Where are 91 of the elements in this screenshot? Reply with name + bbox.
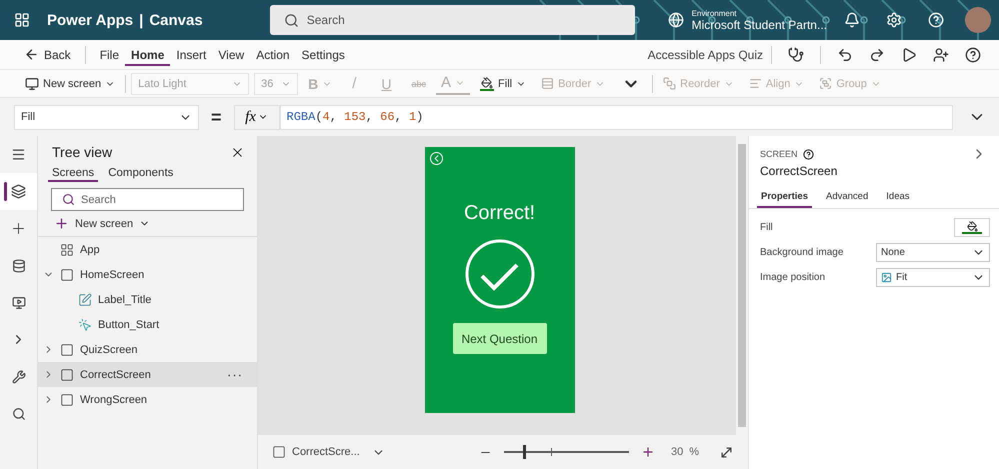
back-icon[interactable] [430, 152, 442, 165]
control-type: SCREEN [760, 149, 798, 159]
paint-bucket-icon [480, 76, 494, 90]
plus-icon [10, 220, 27, 237]
reorder-icon [663, 77, 676, 90]
screen-icon [60, 368, 74, 382]
property-label: Background image [760, 247, 844, 258]
properties-tab[interactable]: Ideas [882, 188, 914, 208]
color-picker-button[interactable] [954, 218, 990, 237]
redo-icon [869, 46, 885, 62]
properties-tab[interactable]: Properties [757, 188, 812, 208]
play-icon [901, 46, 917, 62]
wrench-icon [12, 370, 26, 384]
zoom-thumb[interactable] [522, 445, 526, 459]
properties-tab[interactable]: Advanced [822, 188, 872, 208]
add-user-icon [933, 46, 949, 62]
button-icon [78, 318, 92, 332]
formula-field[interactable]: RGBA(4, 153, 66, 1) [280, 104, 953, 130]
control-name: CorrectScreen [759, 163, 838, 178]
property-dropdown[interactable]: None [876, 243, 990, 262]
tree-search-field[interactable]: Search [51, 188, 244, 211]
fill-button[interactable]: Fill [475, 74, 532, 92]
help-icon[interactable] [802, 148, 814, 160]
product-name: Power Apps [46, 12, 134, 28]
menu-tab[interactable]: File [94, 44, 126, 66]
stethoscope-icon [788, 46, 804, 62]
environment-icon [668, 12, 684, 28]
title-separator: | [138, 12, 144, 28]
tree-item[interactable]: Button_Start [38, 312, 257, 337]
app-name: Accessible Apps Quiz [648, 48, 763, 62]
undo-icon [837, 46, 853, 62]
next-question-button[interactable]: Next Question [452, 323, 546, 354]
panel-title: Tree view [52, 144, 112, 160]
menu-tab[interactable]: Action [250, 44, 296, 66]
more-icon[interactable]: ··· [227, 367, 243, 382]
tree-item[interactable]: App [38, 237, 257, 262]
panel-tab[interactable]: Screens [48, 164, 98, 182]
tree-item[interactable]: HomeScreen [38, 262, 257, 287]
search-field[interactable]: Search [270, 5, 635, 35]
tree-item[interactable]: QuizScreen [38, 337, 257, 362]
tree-item[interactable]: CorrectScreen ··· [38, 362, 257, 387]
app-launcher-icon[interactable] [14, 12, 30, 28]
property-label: Fill [760, 222, 773, 233]
mode-name: Canvas [148, 12, 204, 28]
database-icon [12, 258, 26, 272]
screen-picker[interactable]: CorrectScre... [272, 445, 385, 459]
screen-icon [60, 342, 74, 356]
environment-name[interactable]: Microsoft Student Partn... [692, 18, 827, 32]
plus-icon [54, 216, 69, 231]
property-select[interactable]: Fill [14, 104, 199, 130]
layers-icon [11, 184, 26, 199]
align-icon [748, 77, 762, 90]
app-icon [60, 242, 74, 256]
border-icon [541, 77, 554, 90]
menu-tab[interactable]: Home [125, 44, 170, 66]
tree-item[interactable]: Label_Title [38, 287, 257, 312]
label-icon [78, 292, 92, 306]
menu-tab[interactable]: Settings [296, 44, 351, 66]
settings-icon[interactable] [886, 12, 902, 28]
tree-view-button[interactable] [0, 173, 37, 210]
zoom-in-icon[interactable] [640, 445, 655, 459]
monitor-icon [25, 76, 39, 90]
notification-icon[interactable] [844, 12, 860, 28]
zoom-unit: % [689, 446, 699, 458]
panel-tab[interactable]: Components [104, 164, 178, 182]
screen-icon [60, 392, 74, 406]
fx-button[interactable]: fx [234, 104, 280, 130]
zoom-value: 30 [670, 446, 684, 458]
search-icon [12, 406, 26, 420]
environment-label: Environment [692, 8, 738, 18]
menu-icon [11, 147, 26, 162]
help-icon [965, 46, 981, 62]
new-screen-button[interactable]: New screen [38, 211, 166, 236]
property-dropdown[interactable]: Fit [876, 268, 990, 287]
tree-item[interactable]: WrongScreen [38, 387, 257, 412]
check-circle-icon [464, 239, 534, 309]
property-label: Image position [760, 272, 826, 283]
screen-title: Correct! [464, 202, 536, 225]
media-icon [12, 296, 26, 310]
equals-sign: = [210, 106, 223, 128]
back-button[interactable]: Back [18, 43, 77, 66]
paint-bucket-icon [966, 221, 978, 232]
screen-icon [60, 268, 74, 282]
menu-tab[interactable]: Insert [170, 44, 212, 66]
new-screen-button[interactable]: New screen [20, 74, 120, 92]
search-icon [284, 12, 299, 28]
screen-icon [272, 445, 286, 459]
menu-tab[interactable]: View [212, 44, 250, 66]
fit-to-window-icon[interactable] [719, 444, 734, 460]
group-icon [819, 77, 832, 90]
search-icon [62, 193, 75, 206]
